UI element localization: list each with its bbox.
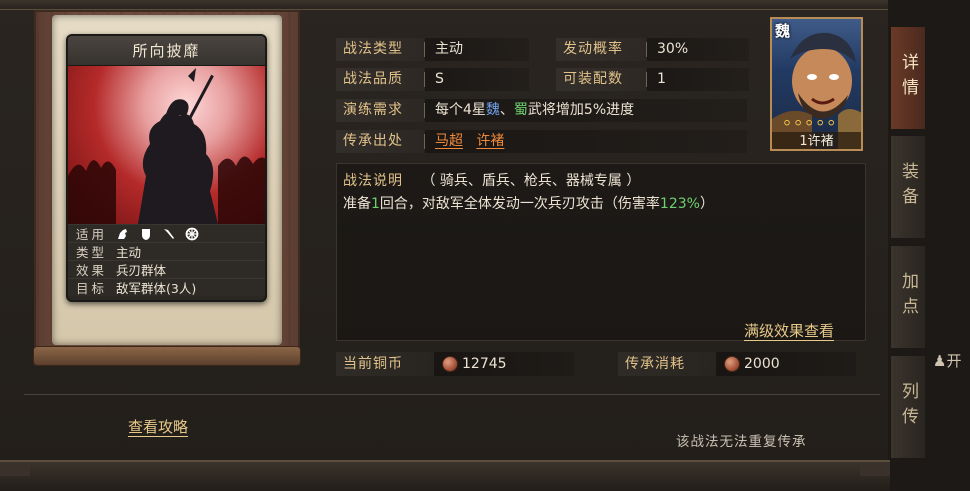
faction-shu: 蜀 (513, 102, 528, 118)
current-copper-row: 当前铜币 12745 (336, 352, 574, 376)
training-label: 演练需求 (336, 99, 424, 122)
star-icon: ⚪ (793, 116, 804, 130)
probability-label: 发动概率 (556, 38, 646, 61)
inherit-note: 该战法无法重复传承 (676, 434, 807, 450)
card-row-value: 主动 (116, 245, 142, 260)
section-divider (24, 394, 880, 395)
copper-coin-icon (442, 356, 458, 372)
card-row-value: 敌军群体(3人) (116, 281, 197, 296)
card-row-value: 兵刃群体 (116, 263, 167, 278)
unit-icons (116, 227, 199, 241)
tab-label: 加点 (898, 272, 918, 322)
scroll-rod (33, 346, 301, 366)
origin-general-1-link[interactable]: 马超 (435, 133, 463, 149)
side-text: 开 (946, 352, 962, 370)
info-row-type: 战法类型 主动 (336, 38, 529, 61)
card-row-key: 目标 (76, 281, 108, 296)
faction-badge: 魏 (775, 22, 791, 40)
top-border (0, 0, 890, 10)
warrior-silhouette (68, 68, 265, 224)
quality-label: 战法品质 (336, 68, 424, 91)
slots-value: 1 (647, 68, 749, 91)
bottom-cap-left (0, 464, 30, 476)
star-icon: ⚪ (782, 116, 793, 130)
card-row-applicable: 适用 (68, 224, 265, 242)
cavalry-icon (116, 227, 130, 241)
general-portrait[interactable]: 魏 ⚪ ⚪ ⚪ ⚪ ⚪ 1许褚 (770, 17, 863, 151)
star-icon: ⚪ (815, 116, 826, 130)
general-name: 1许褚 (772, 132, 861, 149)
inherit-cost-row: 传承消耗 2000 (618, 352, 856, 376)
tab-label: 列传 (898, 382, 918, 432)
person-icon: ♟ (933, 352, 947, 370)
info-row-probability: 发动概率 30% (556, 38, 749, 61)
current-copper-label: 当前铜币 (336, 352, 434, 376)
current-copper-value-box: 12745 (434, 352, 574, 376)
skill-card-title: 所向披靡 (68, 36, 265, 66)
inherit-cost-label: 传承消耗 (618, 352, 716, 376)
desc-prefix: 准备 (343, 196, 371, 212)
info-row-slots: 可装配数 1 (556, 68, 749, 91)
tab-equipment[interactable]: 装备 (890, 135, 926, 239)
star-icon: ⚪ (826, 116, 837, 130)
quality-value: S (425, 68, 529, 91)
bottom-border (0, 460, 890, 491)
description-label: 战法说明 (343, 173, 403, 189)
card-row-effect: 效果 兵刃群体 (68, 260, 265, 278)
view-strategy-link[interactable]: 查看攻略 (128, 416, 188, 437)
info-row-quality: 战法品质 S (336, 68, 529, 91)
card-row-key: 类型 (76, 245, 108, 260)
description-troops: （ 骑兵、盾兵、枪兵、器械专属 ） (421, 173, 641, 189)
max-level-effect-link[interactable]: 满级效果查看 (744, 320, 834, 341)
info-row-training: 演练需求 每个4星魏、蜀武将增加5%进度 (336, 99, 747, 122)
card-row-key: 适用 (76, 227, 108, 242)
origin-label: 传承出处 (336, 130, 424, 153)
tab-label: 装备 (898, 162, 918, 212)
tab-biography[interactable]: 列传 (890, 355, 926, 459)
bottom-cap-right (860, 464, 890, 476)
current-copper-value: 12745 (462, 356, 507, 372)
desc-rounds: 1 (371, 196, 380, 212)
faction-wei: 魏 (485, 102, 500, 118)
skill-card-art (68, 66, 265, 224)
desc-suffix: ） (699, 196, 714, 212)
training-suffix: 武将增加5%进度 (527, 102, 635, 118)
probability-value: 30% (647, 38, 749, 61)
origin-value: 马超 许褚 (425, 130, 747, 153)
copper-coin-icon (724, 356, 740, 372)
training-prefix: 每个4星 (435, 102, 486, 118)
type-value: 主动 (425, 38, 529, 61)
inherit-cost-value-box: 2000 (716, 352, 856, 376)
spear-icon (162, 227, 176, 241)
origin-general-2-link[interactable]: 许褚 (476, 133, 504, 149)
card-row-target: 目标 敌军群体(3人) (68, 278, 265, 296)
skill-card: 所向披靡 适用 类型 主动 效果 兵刃群体 目标 敌军群体(3人) (66, 34, 267, 302)
desc-mid: 回合，对敌军全体发动一次兵刃攻击（伤害率 (379, 196, 660, 212)
damage-rate: 123% (659, 196, 700, 212)
tab-label: 详情 (898, 53, 918, 103)
info-row-origin: 传承出处 马超 许褚 (336, 130, 747, 153)
star-rating: ⚪ ⚪ ⚪ ⚪ ⚪ (782, 116, 836, 130)
training-value: 每个4星魏、蜀武将增加5%进度 (425, 99, 747, 122)
description-text: 准备1回合，对敌军全体发动一次兵刃攻击（伤害率123%） (343, 193, 714, 213)
tab-details[interactable]: 详情 (890, 26, 926, 130)
shield-icon (139, 227, 153, 241)
description-header: 战法说明 （ 骑兵、盾兵、枪兵、器械专属 ） (343, 170, 640, 190)
star-icon: ⚪ (804, 116, 815, 130)
siege-wheel-icon (185, 227, 199, 241)
training-sep: 、 (499, 102, 514, 118)
type-label: 战法类型 (336, 38, 424, 61)
side-user-icon[interactable]: ♟开 (933, 350, 961, 371)
card-row-key: 效果 (76, 263, 108, 278)
inherit-cost-value: 2000 (744, 356, 780, 372)
slots-label: 可装配数 (556, 68, 646, 91)
card-row-type: 类型 主动 (68, 242, 265, 260)
tab-points[interactable]: 加点 (890, 245, 926, 349)
